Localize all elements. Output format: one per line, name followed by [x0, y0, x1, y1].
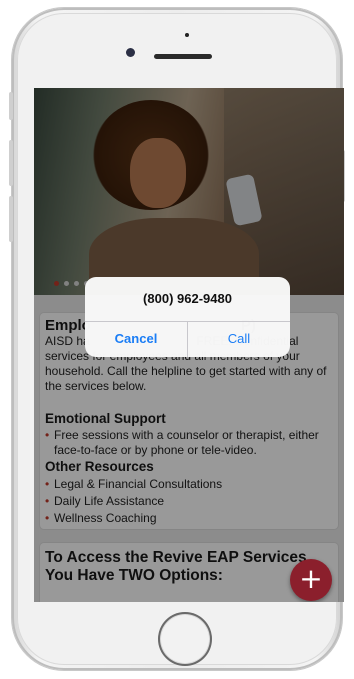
- volume-down-button: [9, 196, 13, 242]
- earpiece-speaker: [154, 54, 212, 59]
- mute-switch: [9, 92, 13, 120]
- front-camera: [126, 48, 135, 57]
- proximity-sensor: [185, 33, 189, 37]
- home-button[interactable]: [158, 612, 212, 666]
- cancel-button[interactable]: Cancel: [85, 321, 187, 357]
- dialog-phone-number: (800) 962-9480: [143, 291, 232, 306]
- call-button[interactable]: Call: [188, 321, 290, 357]
- plus-icon[interactable]: +: [290, 559, 332, 601]
- call-confirm-dialog: (800) 962-9480 Cancel Call: [85, 277, 290, 357]
- app-screen: Emplo P) AISD ha FREE, Confidential serv…: [34, 88, 344, 602]
- volume-up-button: [9, 140, 13, 186]
